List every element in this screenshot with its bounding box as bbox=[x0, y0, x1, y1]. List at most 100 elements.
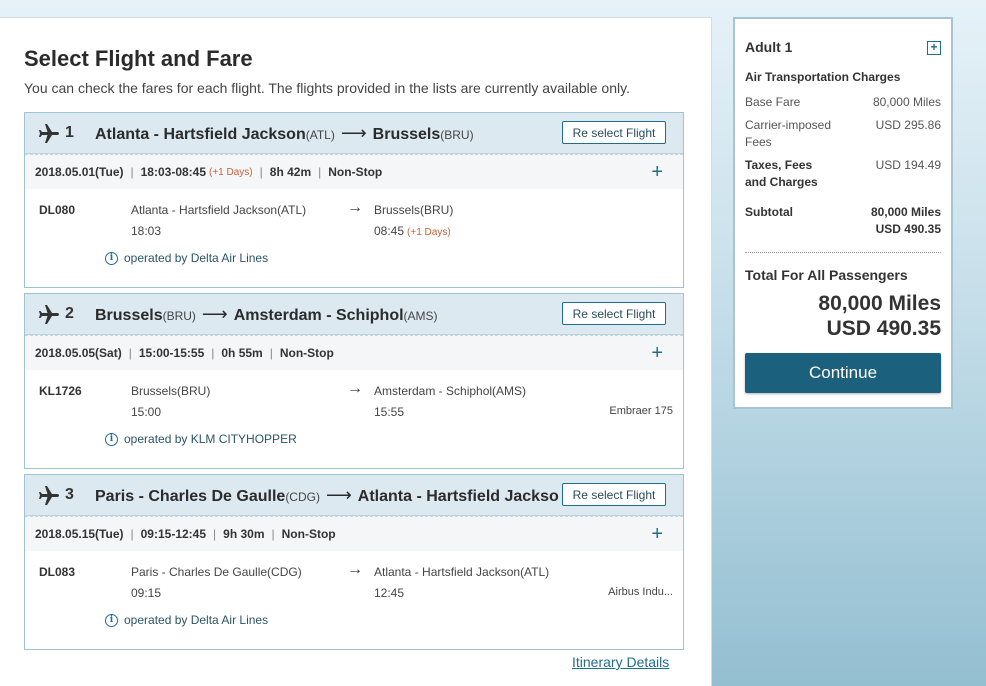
continue-button[interactable]: Continue bbox=[745, 353, 941, 393]
flight-number: DL083 bbox=[39, 565, 76, 579]
divider: | bbox=[128, 346, 132, 360]
flight-date: 2018.05.05(Sat) bbox=[35, 346, 122, 360]
plus-days: (+1 Days) bbox=[209, 166, 253, 178]
flight-card: 2 Brussels(BRU) ⟶ Amsterdam - Schiphol(AMS… bbox=[24, 293, 684, 469]
reselect-flight-button[interactable]: Re select Flight bbox=[562, 302, 666, 325]
arrival-airport: Brussels(BRU) bbox=[374, 203, 454, 217]
route-arrow-icon: ⟶ bbox=[340, 123, 367, 143]
flight-date: 2018.05.01(Tue) bbox=[35, 165, 124, 179]
taxes-row: Taxes, Fees and Charges USD 194.49 bbox=[745, 157, 941, 191]
fare-summary-panel: Adult 1 + Air Transportation Charges Bas… bbox=[733, 17, 953, 409]
departure-airport: Atlanta - Hartsfield Jackson(ATL) bbox=[131, 203, 307, 217]
itinerary-details-link[interactable]: Itinerary Details bbox=[572, 654, 669, 670]
flight-stops: Non-Stop bbox=[281, 527, 336, 541]
route-arrow-icon: ⟶ bbox=[325, 485, 352, 505]
subtotal-miles: 80,000 Miles bbox=[870, 205, 941, 219]
total-label: Total For All Passengers bbox=[745, 267, 908, 283]
info-icon[interactable]: i bbox=[105, 613, 118, 627]
operated-by-text: operated by Delta Air Lines bbox=[124, 251, 269, 265]
plus-days: (+1 Days) bbox=[407, 227, 451, 238]
departure-time: 09:15 bbox=[131, 586, 162, 600]
route-title: Atlanta - Hartsfield Jackson(ATL) ⟶ Brusse… bbox=[95, 123, 563, 144]
arrival-time-group: 08:45 (+1 Days) bbox=[374, 224, 451, 238]
destination-code: (AMS) bbox=[403, 309, 438, 323]
total-miles: 80,000 Miles bbox=[818, 292, 941, 315]
flight-header: 2 Brussels(BRU) ⟶ Amsterdam - Schiphol(AMS… bbox=[25, 294, 683, 335]
divider: | bbox=[271, 527, 275, 541]
subtotal-label: Subtotal bbox=[745, 205, 793, 219]
operated-by: i operated by KLM CITYHOPPER bbox=[105, 432, 297, 446]
charges-heading: Air Transportation Charges bbox=[745, 70, 901, 84]
flight-details: DL083 Paris - Charles De Gaulle(CDG) 09:… bbox=[25, 551, 683, 649]
base-fare-value: 80,000 Miles bbox=[872, 95, 941, 109]
subtotal-usd: USD 490.35 bbox=[875, 222, 941, 236]
divider: | bbox=[130, 165, 134, 179]
flight-header: 1 Atlanta - Hartsfield Jackson(ATL) ⟶ Brus… bbox=[25, 113, 683, 154]
airplane-icon bbox=[39, 124, 59, 143]
flight-card: 3 Paris - Charles De Gaulle(CDG) ⟶ Atlanta… bbox=[24, 474, 684, 650]
flight-duration: 0h 55m bbox=[221, 346, 263, 360]
origin-city: Brussels bbox=[95, 307, 163, 324]
destination-code: (BRU) bbox=[440, 128, 474, 142]
info-icon[interactable]: i bbox=[105, 432, 118, 446]
flight-duration: 8h 42m bbox=[269, 165, 312, 179]
base-fare-row: Base Fare 80,000 Miles bbox=[745, 94, 941, 111]
departure-time: 15:00 bbox=[131, 405, 162, 419]
route-title: Paris - Charles De Gaulle(CDG) ⟶ Atlanta -… bbox=[95, 485, 563, 506]
divider: | bbox=[130, 527, 134, 541]
flight-summary: 2018.05.15(Tue) | 09:15-12:45 | 9h 30m |… bbox=[25, 516, 683, 551]
arrival-time: 12:45 bbox=[374, 586, 405, 600]
segment-number: 3 bbox=[65, 486, 74, 503]
origin-city: Atlanta - Hartsfield Jackson bbox=[95, 126, 306, 143]
airplane-icon bbox=[39, 305, 59, 324]
info-icon[interactable]: i bbox=[105, 251, 118, 265]
flight-times: 18:03-08:45 bbox=[140, 165, 207, 179]
reselect-flight-button[interactable]: Re select Flight bbox=[562, 483, 666, 506]
expand-plus-icon[interactable]: + bbox=[651, 343, 663, 363]
taxes-value: USD 194.49 bbox=[875, 158, 941, 172]
reselect-flight-button[interactable]: Re select Flight bbox=[562, 121, 666, 144]
arrival-airport: Amsterdam - Schiphol(AMS) bbox=[374, 384, 527, 398]
segment-number: 2 bbox=[65, 305, 74, 322]
flight-details: DL080 Atlanta - Hartsfield Jackson(ATL) … bbox=[25, 189, 683, 287]
flight-times: 09:15-12:45 bbox=[140, 527, 207, 541]
expand-plus-icon[interactable]: + bbox=[651, 162, 663, 182]
divider: | bbox=[318, 165, 322, 179]
taxes-label: Taxes, Fees and Charges bbox=[745, 158, 818, 189]
arrow-right-icon: → bbox=[347, 561, 363, 578]
expand-plus-icon[interactable]: + bbox=[927, 41, 941, 55]
route-title: Brussels(BRU) ⟶ Amsterdam - Schiphol(AMS) bbox=[95, 304, 563, 325]
carrier-fees-label: Carrier-imposed Fees bbox=[745, 118, 832, 149]
divider: | bbox=[269, 346, 273, 360]
departure-airport: Brussels(BRU) bbox=[131, 384, 211, 398]
arrow-right-icon: → bbox=[347, 199, 363, 216]
operated-by: i operated by Delta Air Lines bbox=[105, 613, 268, 627]
divider: | bbox=[211, 346, 215, 360]
arrival-time: 15:55 bbox=[374, 405, 405, 419]
carrier-fees-value: USD 295.86 bbox=[875, 118, 941, 132]
origin-city: Paris - Charles De Gaulle bbox=[95, 488, 286, 505]
operated-by: i operated by Delta Air Lines bbox=[105, 251, 268, 265]
arrival-airport: Atlanta - Hartsfield Jackson(ATL) bbox=[374, 565, 550, 579]
flight-date: 2018.05.15(Tue) bbox=[35, 527, 124, 541]
divider bbox=[745, 252, 941, 253]
flight-summary: 2018.05.01(Tue) | 18:03-08:45 (+1 Days) |… bbox=[25, 154, 683, 189]
destination-city: Atlanta - Hartsfield Jackso bbox=[357, 488, 559, 505]
origin-code: (CDG) bbox=[285, 490, 320, 504]
flight-number: DL080 bbox=[39, 203, 76, 217]
arrival-time: 08:45 bbox=[374, 224, 405, 238]
origin-code: (ATL) bbox=[305, 128, 335, 142]
destination-city: Brussels bbox=[372, 126, 441, 143]
flight-details: KL1726 Brussels(BRU) 15:00 → Amsterdam -… bbox=[25, 370, 683, 468]
flight-stops: Non-Stop bbox=[328, 165, 383, 179]
route-arrow-icon: ⟶ bbox=[201, 304, 228, 324]
passenger-label: Adult 1 bbox=[745, 39, 793, 55]
subtotal-row: Subtotal 80,000 Miles USD 490.35 bbox=[745, 204, 941, 238]
divider: | bbox=[213, 527, 217, 541]
destination-city: Amsterdam - Schiphol bbox=[233, 307, 404, 324]
origin-code: (BRU) bbox=[162, 309, 196, 323]
arrow-right-icon: → bbox=[347, 380, 363, 397]
expand-plus-icon[interactable]: + bbox=[651, 524, 663, 544]
operated-by-text: operated by KLM CITYHOPPER bbox=[124, 432, 297, 446]
flight-number: KL1726 bbox=[39, 384, 82, 398]
